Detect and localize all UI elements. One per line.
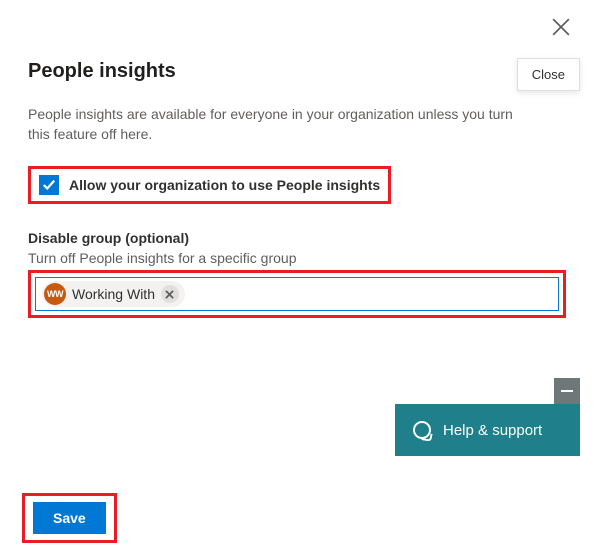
close-button[interactable] <box>552 18 570 36</box>
remove-chip-button[interactable] <box>161 285 179 303</box>
page-title: People insights <box>28 60 566 83</box>
disable-group-sublabel: Turn off People insights for a specific … <box>28 250 566 266</box>
help-support-label: Help & support <box>443 422 542 439</box>
group-chip-label: Working With <box>72 286 155 302</box>
group-chip: WW Working With <box>42 281 185 307</box>
close-tooltip: Close <box>517 58 580 91</box>
allow-insights-highlight: Allow your organization to use People in… <box>28 166 391 204</box>
save-highlight: Save <box>22 493 117 543</box>
avatar: WW <box>44 283 66 305</box>
allow-insights-label: Allow your organization to use People in… <box>69 177 380 193</box>
help-support-button[interactable]: Help & support <box>395 404 580 456</box>
minus-icon <box>561 390 573 392</box>
settings-panel: People insights People insights are avai… <box>0 0 594 318</box>
allow-insights-checkbox[interactable] <box>39 175 59 195</box>
save-button[interactable]: Save <box>33 502 106 534</box>
disable-group-highlight: WW Working With <box>28 270 566 318</box>
page-description: People insights are available for everyo… <box>28 105 538 144</box>
headset-icon <box>413 421 431 439</box>
disable-group-label: Disable group (optional) <box>28 230 566 246</box>
minimize-help-button[interactable] <box>554 378 580 404</box>
disable-group-input[interactable]: WW Working With <box>35 277 559 311</box>
